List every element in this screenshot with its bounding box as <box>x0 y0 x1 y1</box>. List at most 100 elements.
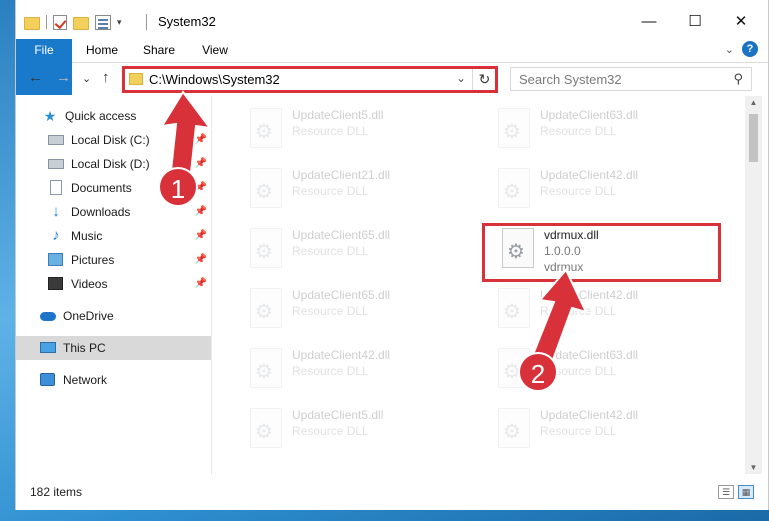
file-name: UpdateClient21.dll <box>292 168 391 182</box>
file-name: UpdateClient65.dll <box>292 228 391 242</box>
tab-home[interactable]: Home <box>76 39 128 62</box>
dll-file-icon <box>250 408 282 448</box>
file-item[interactable]: UpdateClient21.dll Resource DLL <box>242 160 482 216</box>
address-bar-highlight <box>122 66 498 93</box>
sidebar-item-music[interactable]: ♪ Music 📌 <box>16 224 211 248</box>
file-name: UpdateClient65.dll <box>292 288 391 302</box>
item-count: 182 items <box>30 485 83 499</box>
sidebar-item-this-pc[interactable]: This PC <box>16 336 211 360</box>
star-icon: ★ <box>43 108 57 124</box>
file-type: Resource DLL <box>292 184 369 198</box>
scrollbar-thumb[interactable] <box>749 114 758 162</box>
file-type: Resource DLL <box>540 424 617 438</box>
sidebar-item-label: Music <box>71 229 103 243</box>
ribbon-tabs: File Home Share View ⌄ ? <box>16 37 768 95</box>
pin-icon: 📌 <box>194 158 207 169</box>
folder-icon <box>24 16 40 30</box>
customize-toolbar-chevron-icon[interactable]: ▾ <box>117 17 122 28</box>
sidebar-item-onedrive[interactable]: OneDrive <box>16 304 211 328</box>
details-view-icon[interactable]: ☰ <box>718 485 734 499</box>
up-button[interactable]: ↑ <box>102 69 110 86</box>
sidebar-item-label: This PC <box>63 341 106 355</box>
file-type: Resource DLL <box>540 124 617 138</box>
file-type: Resource DLL <box>292 424 369 438</box>
file-name: UpdateClient63.dll <box>540 348 639 362</box>
dll-file-icon <box>498 168 530 208</box>
maximize-button[interactable]: ☐ <box>672 0 718 42</box>
toolbar-divider <box>46 15 47 29</box>
help-icon[interactable]: ? <box>742 41 758 57</box>
file-name: UpdateClient5.dll <box>292 108 384 122</box>
pin-icon: 📌 <box>194 230 207 241</box>
search-input[interactable]: Search System32 <box>519 72 622 87</box>
tab-share[interactable]: Share <box>134 39 184 62</box>
status-bar: 182 items ☰ ▦ <box>16 482 768 504</box>
properties-icon[interactable] <box>95 14 111 30</box>
file-item[interactable]: UpdateClient65.dll Resource DLL <box>242 220 482 276</box>
sidebar-item-local-disk-c[interactable]: Local Disk (C:) 📌 <box>16 128 211 152</box>
videos-icon <box>48 277 63 290</box>
search-box[interactable]: Search System32 ⚲ <box>510 67 752 91</box>
sidebar-item-label: Documents <box>71 181 132 195</box>
sidebar-item-label: Videos <box>71 277 108 291</box>
document-icon <box>50 180 62 195</box>
file-name: UpdateClient42.dll <box>540 288 639 302</box>
navigation-pane: ★ Quick access Local Disk (C:) 📌 Local D… <box>16 96 211 474</box>
sidebar-item-pictures[interactable]: Pictures 📌 <box>16 248 211 272</box>
file-item[interactable]: UpdateClient42.dll Resource DLL <box>242 340 482 396</box>
file-type: Resource DLL <box>292 364 369 378</box>
scroll-up-arrow-icon[interactable]: ▲ <box>745 98 762 107</box>
title-divider <box>146 14 147 30</box>
scroll-down-arrow-icon[interactable]: ▼ <box>745 463 762 472</box>
dll-file-icon <box>250 288 282 328</box>
expand-ribbon-chevron-icon[interactable]: ⌄ <box>725 43 734 56</box>
file-type: Resource DLL <box>292 124 369 138</box>
tab-view[interactable]: View <box>192 39 238 62</box>
computer-icon <box>40 342 56 353</box>
recent-locations-chevron-icon[interactable]: ⌄ <box>82 72 91 85</box>
file-item[interactable]: UpdateClient42.dll Resource DLL <box>490 160 730 216</box>
step-badge-1: 1 <box>158 167 198 207</box>
file-highlight <box>482 223 721 282</box>
sidebar-item-videos[interactable]: Videos 📌 <box>16 272 211 296</box>
dll-file-icon <box>250 348 282 388</box>
pin-icon: 📌 <box>194 278 207 289</box>
sidebar-item-network[interactable]: Network <box>16 368 211 392</box>
window-title: System32 <box>158 14 216 29</box>
vertical-scrollbar[interactable]: ▲ ▼ <box>745 96 762 474</box>
pin-icon: 📌 <box>194 134 207 145</box>
file-item[interactable]: UpdateClient42.dll Resource DLL <box>490 280 730 336</box>
minimize-button[interactable]: — <box>626 0 672 42</box>
sidebar-item-label: Local Disk (D:) <box>71 157 150 171</box>
quick-access-toolbar: ▾ <box>24 12 122 32</box>
sidebar-item-label: Quick access <box>65 109 137 123</box>
pin-icon: 📌 <box>194 254 207 265</box>
search-icon: ⚲ <box>733 71 743 86</box>
sidebar-item-label: Local Disk (C:) <box>71 133 150 147</box>
file-list: UpdateClient5.dll Resource DLL UpdateCli… <box>212 96 745 474</box>
file-item[interactable]: UpdateClient5.dll Resource DLL <box>242 400 482 456</box>
drive-icon <box>48 159 64 169</box>
file-item[interactable]: UpdateClient63.dll Resource DLL <box>490 100 730 156</box>
file-type: Resource DLL <box>540 304 617 318</box>
file-item[interactable]: UpdateClient42.dll Resource DLL <box>490 400 730 456</box>
forward-button[interactable]: → <box>56 69 71 86</box>
new-folder-icon[interactable] <box>73 16 89 30</box>
large-icons-view-icon[interactable]: ▦ <box>738 485 754 499</box>
file-name: UpdateClient63.dll <box>540 108 639 122</box>
file-name: UpdateClient42.dll <box>292 348 391 362</box>
step-badge-2: 2 <box>518 352 558 392</box>
file-type: Resource DLL <box>292 244 369 258</box>
checkmark-icon[interactable] <box>53 14 67 30</box>
file-item[interactable]: UpdateClient5.dll Resource DLL <box>242 100 482 156</box>
sidebar-item-quick-access[interactable]: ★ Quick access <box>16 104 211 128</box>
file-name: UpdateClient42.dll <box>540 408 639 422</box>
network-icon <box>40 373 55 386</box>
back-button[interactable]: ← <box>28 69 43 86</box>
cloud-icon <box>40 312 56 321</box>
close-button[interactable]: ✕ <box>718 0 764 42</box>
pin-icon: 📌 <box>194 206 207 217</box>
file-item[interactable]: UpdateClient65.dll Resource DLL <box>242 280 482 336</box>
sidebar-item-label: Downloads <box>71 205 131 219</box>
music-icon: ♪ <box>52 227 60 244</box>
